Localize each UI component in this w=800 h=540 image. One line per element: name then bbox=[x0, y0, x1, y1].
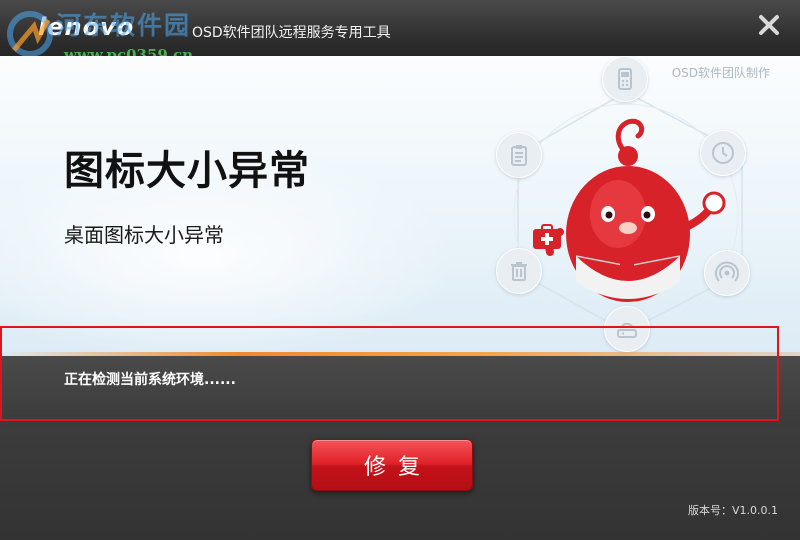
issue-subtitle: 桌面图标大小异常 bbox=[64, 223, 224, 247]
clipboard-icon bbox=[496, 132, 542, 178]
medkit-icon bbox=[533, 224, 561, 249]
banner: OSD软件团队制作 图标大小异常 桌面图标大小异常 bbox=[0, 56, 800, 356]
close-button[interactable] bbox=[756, 12, 782, 38]
router-icon bbox=[604, 306, 650, 352]
magnifier-icon bbox=[696, 191, 726, 221]
repair-button[interactable]: 修复 bbox=[311, 439, 473, 491]
wifi-icon bbox=[704, 250, 750, 296]
trash-icon bbox=[496, 248, 542, 294]
phone-icon bbox=[602, 56, 648, 102]
issue-title: 图标大小异常 bbox=[64, 148, 310, 194]
mascot-icon bbox=[545, 118, 716, 302]
app-title: OSD软件团队远程服务专用工具 bbox=[192, 25, 391, 41]
watermark-text: 河东软件园 bbox=[56, 11, 192, 40]
mascot-illustration bbox=[480, 56, 780, 356]
version-label: 版本号：V1.0.0.1 bbox=[687, 504, 778, 517]
close-icon bbox=[759, 15, 779, 35]
status-text: 正在检测当前系统环境...... bbox=[64, 372, 236, 388]
status-area bbox=[0, 356, 800, 426]
clock-icon bbox=[700, 130, 746, 176]
